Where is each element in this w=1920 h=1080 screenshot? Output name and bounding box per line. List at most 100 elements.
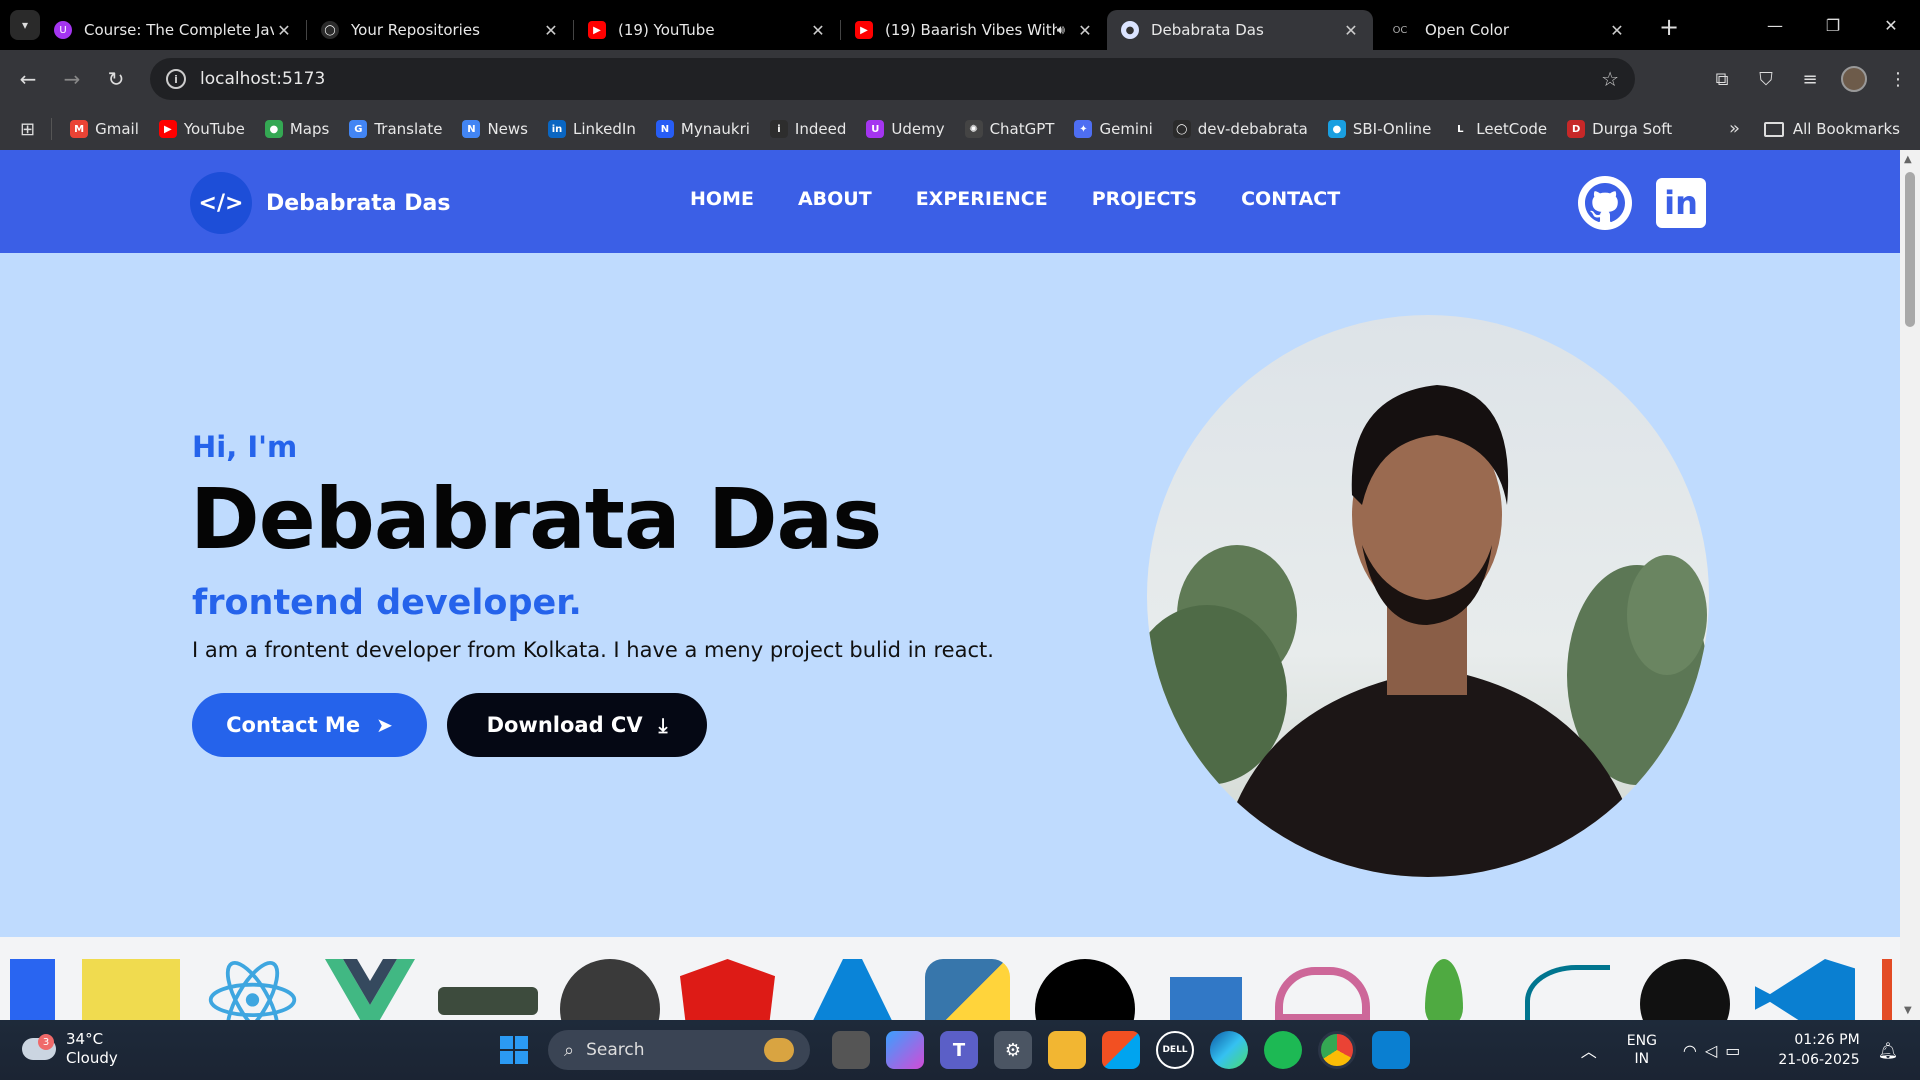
nextjs-icon — [1035, 959, 1135, 1020]
bookmark-separator — [51, 118, 53, 140]
tech-stack-strip — [0, 937, 1900, 1020]
bookmark-youtube[interactable]: ▶ YouTube — [158, 120, 245, 138]
bookmark-linkedin[interactable]: in LinkedIn — [548, 120, 636, 138]
express-icon — [560, 959, 660, 1020]
windows-start-icon[interactable] — [500, 1036, 528, 1064]
translate-icon: G — [349, 120, 368, 138]
close-icon[interactable]: ✕ — [808, 21, 828, 40]
task-view-icon[interactable] — [832, 1031, 870, 1069]
bookmark-label: dev-debabrata — [1197, 120, 1308, 138]
incognito-icon[interactable]: ⛉ — [1744, 69, 1788, 90]
bookmark-durga-soft[interactable]: D Durga Soft — [1567, 120, 1672, 138]
tab-udemy[interactable]: U Course: The Complete Java ✕ — [40, 10, 306, 50]
wifi-volume-battery-icons[interactable]: ◠◁▭ — [1683, 1041, 1748, 1060]
settings-icon[interactable]: ⚙ — [994, 1031, 1032, 1069]
nav-contact[interactable]: CONTACT — [1241, 188, 1340, 210]
restore-icon[interactable]: ❐ — [1804, 0, 1862, 50]
speaker-icon[interactable]: 🔊︎ — [1057, 23, 1065, 38]
reload-icon[interactable]: ↻ — [94, 57, 138, 101]
vscode-icon[interactable] — [1372, 1031, 1410, 1069]
nav-projects[interactable]: PROJECTS — [1092, 188, 1197, 210]
bookmark-mynaukri[interactable]: N Mynaukri — [655, 120, 750, 138]
tab-youtube[interactable]: ▶ (19) YouTube ✕ — [574, 10, 840, 50]
taskbar-search[interactable]: ⌕ Search — [548, 1030, 810, 1070]
profile-avatar[interactable] — [1841, 66, 1867, 92]
close-icon[interactable]: ✕ — [274, 21, 294, 40]
chrome-icon[interactable] — [1318, 1031, 1356, 1069]
download-cv-button[interactable]: Download CV ⤓ — [447, 693, 707, 757]
file-explorer-icon[interactable] — [1048, 1031, 1086, 1069]
new-tab-button[interactable]: + — [1659, 13, 1679, 41]
teams-icon[interactable]: T — [940, 1031, 978, 1069]
contact-me-button[interactable]: Contact Me ➤ — [192, 693, 427, 757]
close-window-icon[interactable]: ✕ — [1862, 0, 1920, 50]
scroll-down-icon[interactable]: ▼ — [1904, 1005, 1912, 1016]
hero-greeting: Hi, I'm — [192, 430, 298, 464]
bookmark-dev-debabrata[interactable]: ◯ dev-debabrata — [1172, 120, 1308, 138]
page-scrollbar[interactable]: ▲ ▼ — [1900, 150, 1920, 1020]
forward-icon[interactable]: → — [50, 57, 94, 101]
site-logo[interactable]: </> Debabrata Das — [190, 172, 450, 234]
linkedin-icon: in — [548, 120, 566, 138]
tab-youtube-music[interactable]: ▶ (19) Baarish Vibes With 🔊︎ ✕ — [841, 10, 1107, 50]
media-control-icon[interactable]: ≡ — [1788, 69, 1832, 90]
address-bar[interactable]: i localhost:5173 ☆ — [150, 58, 1635, 100]
sass-icon — [1275, 967, 1370, 1020]
more-bookmarks-icon[interactable]: » — [1729, 118, 1740, 139]
dell-icon[interactable]: DELL — [1156, 1031, 1194, 1069]
bookmark-list: M Gmail ▶ YouTube ● Maps G Translate N News in Link… — [70, 120, 1692, 138]
tab-search-button[interactable]: ▾ — [10, 10, 40, 40]
taskbar-clock[interactable]: 01:26 PM 21-06-2025 — [1778, 1030, 1859, 1070]
notification-bell-icon[interactable]: 🔔︎ — [1878, 1041, 1898, 1060]
copilot-icon[interactable] — [886, 1031, 924, 1069]
minimize-icon[interactable]: — — [1746, 0, 1804, 50]
close-icon[interactable]: ✕ — [541, 21, 561, 40]
tab-open-color[interactable]: OC Open Color ✕ — [1373, 10, 1639, 50]
bookmark-leetcode[interactable]: L LeetCode — [1451, 120, 1547, 138]
extensions-icon[interactable]: ⧉ — [1700, 69, 1744, 90]
tab-strip: ▾ U Course: The Complete Java ✕ ◯ Your R… — [0, 0, 1920, 50]
language-indicator[interactable]: ENG IN — [1627, 1032, 1657, 1068]
bookmark-star-icon[interactable]: ☆ — [1601, 67, 1619, 91]
bookmark-gmail[interactable]: M Gmail — [70, 120, 139, 138]
bookmark-udemy[interactable]: U Udemy — [866, 120, 945, 138]
apps-grid-icon[interactable]: ⊞ — [20, 119, 35, 140]
bookmark-maps[interactable]: ● Maps — [264, 120, 329, 138]
bookmark-label: ChatGPT — [989, 120, 1055, 138]
bookmark-chatgpt[interactable]: ✺ ChatGPT — [964, 120, 1055, 138]
edge-icon[interactable] — [1210, 1031, 1248, 1069]
sbi-icon: ● — [1327, 120, 1346, 138]
kebab-menu-icon[interactable]: ⋮ — [1876, 69, 1920, 90]
spotify-icon[interactable] — [1264, 1031, 1302, 1069]
chevron-up-icon[interactable]: ︿ — [1581, 1038, 1597, 1062]
microsoft-store-icon[interactable] — [1102, 1031, 1140, 1069]
all-bookmarks-button[interactable]: All Bookmarks — [1763, 108, 1900, 150]
hero-role: frontend developer. — [192, 583, 582, 623]
github-icon[interactable] — [1578, 176, 1632, 230]
nav-experience[interactable]: EXPERIENCE — [916, 188, 1048, 210]
clock-time: 01:26 PM — [1794, 1032, 1860, 1048]
close-icon[interactable]: ✕ — [1607, 21, 1627, 40]
taskbar-apps: ⌕ Search T ⚙ DELL — [500, 1028, 1418, 1072]
close-icon[interactable]: ✕ — [1075, 21, 1095, 40]
bookmark-translate[interactable]: G Translate — [349, 120, 442, 138]
bookmark-gemini[interactable]: ✦ Gemini — [1074, 120, 1153, 138]
bookmark-sbi-online[interactable]: ● SBI-Online — [1327, 120, 1431, 138]
close-icon[interactable]: ✕ — [1341, 21, 1361, 40]
weather-widget[interactable]: 3 34°C Cloudy — [22, 1030, 118, 1068]
scrollbar-thumb[interactable] — [1905, 172, 1915, 327]
scroll-up-icon[interactable]: ▲ — [1904, 154, 1912, 165]
tab-portfolio[interactable]: ● Debabrata Das ✕ — [1107, 10, 1373, 50]
nav-home[interactable]: HOME — [690, 188, 754, 210]
tab-github[interactable]: ◯ Your Repositories ✕ — [307, 10, 573, 50]
bookmark-news[interactable]: N News — [462, 120, 528, 138]
site-info-icon[interactable]: i — [166, 69, 186, 89]
bing-icon — [764, 1038, 794, 1062]
nav-about[interactable]: ABOUT — [798, 188, 872, 210]
hero-name: Debabrata Das — [190, 470, 882, 568]
back-icon[interactable]: ← — [6, 57, 50, 101]
clock-date: 21-06-2025 — [1778, 1052, 1860, 1068]
linkedin-icon[interactable]: in — [1656, 178, 1706, 228]
brand-name: Debabrata Das — [266, 190, 451, 216]
bookmark-indeed[interactable]: i Indeed — [769, 120, 846, 138]
